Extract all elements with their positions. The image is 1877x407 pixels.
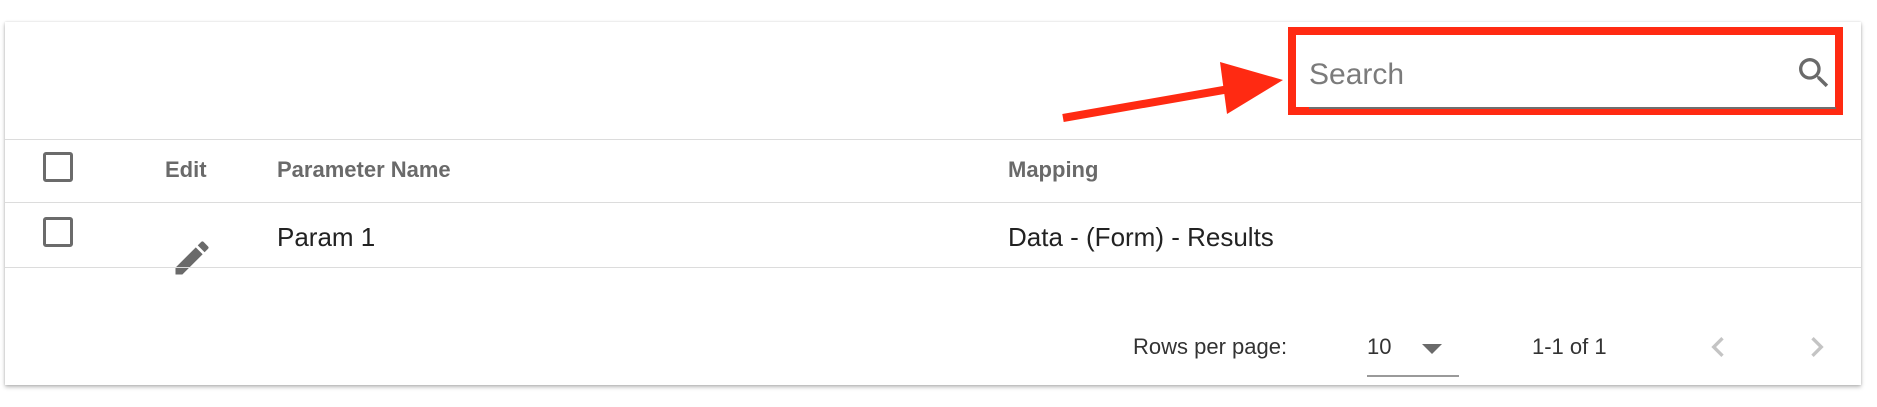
select-underline [1367, 375, 1459, 377]
pencil-icon[interactable] [170, 236, 214, 280]
rows-per-page-select[interactable]: 10 [1367, 327, 1459, 377]
chevron-right-icon[interactable] [1797, 327, 1837, 367]
pagination-range-label: 1-1 of 1 [1532, 334, 1607, 359]
parameters-table-card: Edit Parameter Name Mapping Param 1 Data… [5, 22, 1861, 385]
parameter-name-cell: Param 1 [277, 222, 376, 252]
header-divider-bottom [5, 202, 1861, 203]
column-header-mapping[interactable]: Mapping [1008, 157, 1098, 183]
chevron-left-icon[interactable] [1698, 327, 1738, 367]
select-all-checkbox[interactable] [43, 152, 73, 182]
search-icon[interactable] [1794, 53, 1834, 93]
search-highlight-box [1288, 27, 1843, 115]
header-divider-top [5, 139, 1861, 140]
rows-per-page-label: Rows per page: [1133, 334, 1288, 359]
search-underline [1309, 107, 1836, 109]
column-header-parameter-name[interactable]: Parameter Name [277, 157, 451, 183]
search-input[interactable] [1309, 55, 1799, 95]
mapping-cell: Data - (Form) - Results [1008, 222, 1274, 252]
rows-per-page-value: 10 [1367, 334, 1392, 359]
column-header-edit[interactable]: Edit [165, 157, 207, 183]
chevron-down-icon [1422, 344, 1442, 354]
row-select-checkbox[interactable] [43, 217, 73, 247]
row-divider [5, 267, 1861, 268]
table-toolbar [5, 22, 1861, 139]
